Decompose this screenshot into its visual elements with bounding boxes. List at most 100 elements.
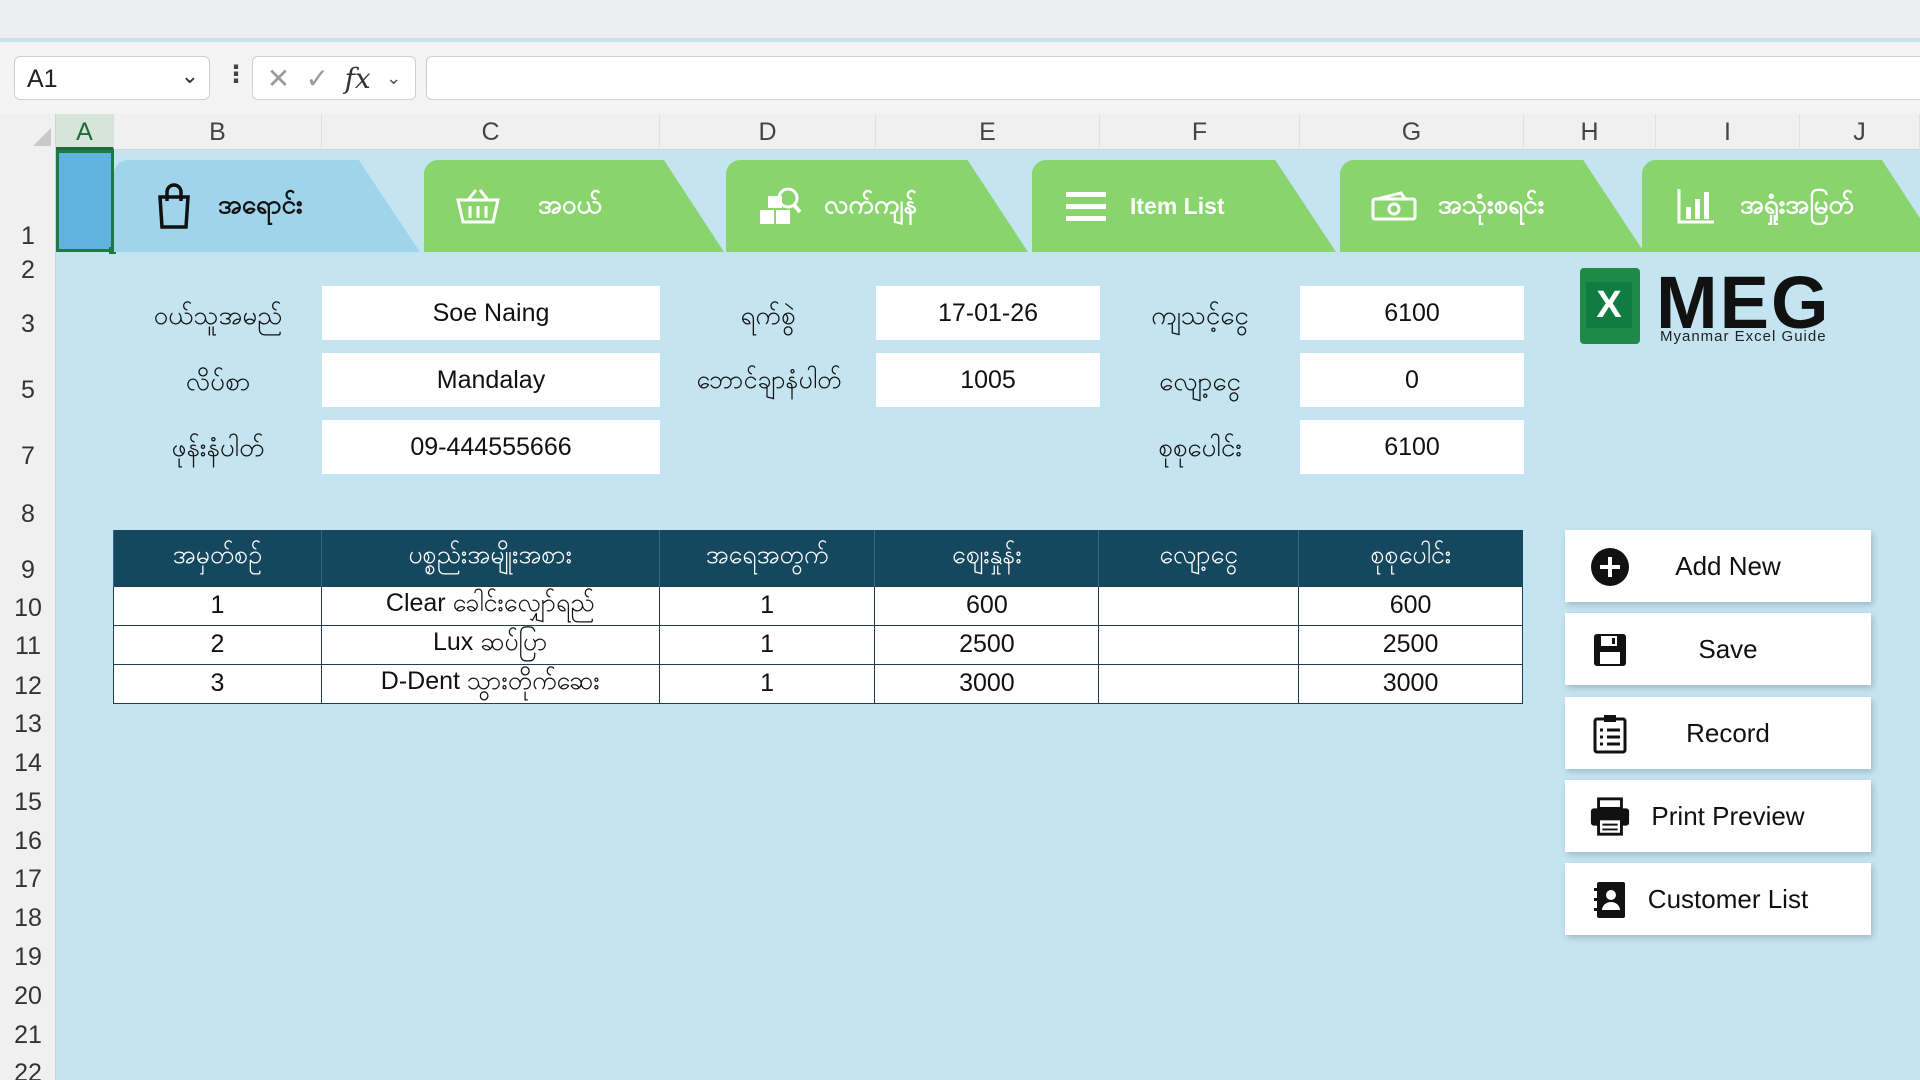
excel-logo-icon: X [1580, 268, 1640, 344]
discount-field[interactable]: 0 [1300, 353, 1524, 407]
insert-function-icon[interactable]: fx [345, 62, 371, 95]
table-header-row: အမှတ်စဉ် ပစ္စည်းအမျိုးအစား အရေအတွက် ဈေးန… [113, 530, 1523, 586]
table-cell[interactable]: 2500 [874, 624, 1100, 665]
row-header[interactable]: 16 [0, 827, 56, 856]
column-header-h[interactable]: H [1524, 114, 1656, 150]
row-header[interactable]: 1 [0, 222, 56, 251]
customer-list-button[interactable]: Customer List [1565, 863, 1871, 935]
subtotal-field[interactable]: 6100 [1300, 286, 1524, 340]
basket-icon [448, 176, 508, 236]
table-cell[interactable] [1098, 624, 1300, 665]
tab-profit-loss[interactable]: အရှုံးအမြတ် [1642, 160, 1920, 252]
row-header[interactable]: 10 [0, 594, 56, 623]
table-cell[interactable]: 3000 [1298, 663, 1523, 704]
discount-label: လျော့ငွေ [1159, 366, 1241, 396]
table-cell[interactable] [1098, 663, 1300, 704]
row-headers: 1 2 3 5 7 8 9 10 11 12 13 14 15 16 17 18… [0, 150, 56, 1080]
table-cell[interactable]: 1 [658, 585, 876, 626]
more-options-icon[interactable]: ⋮ [224, 60, 248, 89]
logo-subtitle: Myanmar Excel Guide [1660, 328, 1827, 345]
row-header[interactable]: 21 [0, 1021, 56, 1050]
money-icon [1364, 176, 1424, 236]
meg-logo: X MEG Myanmar Excel Guide [1580, 261, 1860, 350]
customer-name-field[interactable]: Soe Naing [322, 286, 660, 340]
column-header: လျော့ငွေ [1098, 530, 1299, 586]
tab-sales[interactable]: အရောင်း [114, 160, 420, 252]
list-icon [1056, 176, 1116, 236]
table-cell[interactable]: 1 [113, 585, 322, 626]
row-header[interactable]: 11 [0, 632, 56, 661]
tab-label: လက်ကျန် [824, 188, 917, 219]
row-header[interactable]: 5 [0, 376, 56, 405]
column-header-b[interactable]: B [114, 114, 322, 150]
row-header[interactable]: 22 [0, 1059, 56, 1080]
row-header[interactable]: 8 [0, 500, 56, 529]
table-cell[interactable]: 2 [113, 624, 322, 665]
table-row: 2 Lux ဆပ်ပြာ 1 2500 2500 [113, 624, 1523, 665]
voucher-field[interactable]: 1005 [876, 353, 1100, 407]
save-button[interactable]: Save [1565, 613, 1871, 685]
chevron-down-icon[interactable]: ⌄ [386, 68, 401, 89]
table-cell[interactable]: Lux ဆပ်ပြာ [320, 624, 660, 665]
selected-cell-a1[interactable] [56, 150, 116, 254]
tab-label: အရောင်း [218, 188, 303, 219]
column-header-c[interactable]: C [322, 114, 660, 150]
confirm-icon[interactable]: ✓ [306, 62, 329, 95]
tab-item-list[interactable]: Item List [1032, 160, 1336, 252]
table-cell[interactable]: D-Dent သွားတိုက်ဆေး [320, 663, 660, 704]
row-header[interactable]: 13 [0, 710, 56, 739]
table-cell[interactable]: 600 [1298, 585, 1523, 626]
column-header: စုစုပေါင်း [1298, 530, 1523, 586]
table-cell[interactable]: 2500 [1298, 624, 1523, 665]
select-all-corner[interactable] [0, 114, 56, 150]
tab-label: အဝယ် [538, 188, 602, 219]
row-header[interactable]: 18 [0, 904, 56, 933]
column-header-i[interactable]: I [1656, 114, 1800, 150]
row-header[interactable]: 17 [0, 865, 56, 894]
row-header[interactable]: 19 [0, 943, 56, 972]
column-header: အရေအတွက် [658, 530, 875, 586]
row-header[interactable]: 2 [0, 256, 56, 285]
tab-stock[interactable]: လက်ကျန် [726, 160, 1028, 252]
table-cell[interactable]: 600 [874, 585, 1100, 626]
tab-purchase[interactable]: အဝယ် [424, 160, 724, 252]
column-header-e[interactable]: E [876, 114, 1100, 150]
date-field[interactable]: 17-01-26 [876, 286, 1100, 340]
total-field[interactable]: 6100 [1300, 420, 1524, 474]
formula-input[interactable] [426, 56, 1920, 100]
shopping-bag-icon [144, 176, 204, 236]
cancel-icon[interactable]: ✕ [267, 62, 290, 95]
column-header: အမှတ်စဉ် [113, 530, 322, 586]
phone-field[interactable]: 09-444555666 [322, 420, 660, 474]
column-header-f[interactable]: F [1100, 114, 1300, 150]
table-cell[interactable]: 3 [113, 663, 322, 704]
row-header[interactable]: 9 [0, 556, 56, 585]
address-field[interactable]: Mandalay [322, 353, 660, 407]
column-header-g[interactable]: G [1300, 114, 1524, 150]
row-header[interactable]: 7 [0, 442, 56, 471]
row-header[interactable]: 14 [0, 749, 56, 778]
table-cell[interactable]: 1 [658, 663, 876, 704]
name-box[interactable]: A1 ⌄ [14, 56, 210, 100]
formula-controls: ✕ ✓ fx ⌄ [252, 56, 416, 100]
table-cell[interactable]: 1 [658, 624, 876, 665]
table-cell[interactable] [1098, 585, 1300, 626]
column-header-d[interactable]: D [660, 114, 876, 150]
chevron-down-icon[interactable]: ⌄ [181, 63, 199, 89]
column-header-j[interactable]: J [1800, 114, 1920, 150]
column-header-a[interactable]: A [56, 114, 114, 150]
row-header[interactable]: 15 [0, 788, 56, 817]
row-header[interactable]: 12 [0, 672, 56, 701]
tab-label: အရှုံးအမြတ် [1740, 188, 1854, 219]
record-button[interactable]: Record [1565, 697, 1871, 769]
row-header[interactable]: 3 [0, 310, 56, 339]
tab-expenses[interactable]: အသုံးစရင်း [1340, 160, 1644, 252]
print-preview-button[interactable]: Print Preview [1565, 780, 1871, 852]
table-cell[interactable]: 3000 [874, 663, 1100, 704]
voucher-label: ဘောင်ချာနံပါတ် [696, 366, 842, 394]
add-new-button[interactable]: Add New [1565, 530, 1871, 602]
items-table: အမှတ်စဉ် ပစ္စည်းအမျိုးအစား အရေအတွက် ဈေးန… [113, 530, 1523, 704]
row-header[interactable]: 20 [0, 982, 56, 1011]
ribbon-strip [0, 0, 1920, 40]
table-cell[interactable]: Clear ခေါင်းလျှော်ရည် [320, 585, 660, 626]
